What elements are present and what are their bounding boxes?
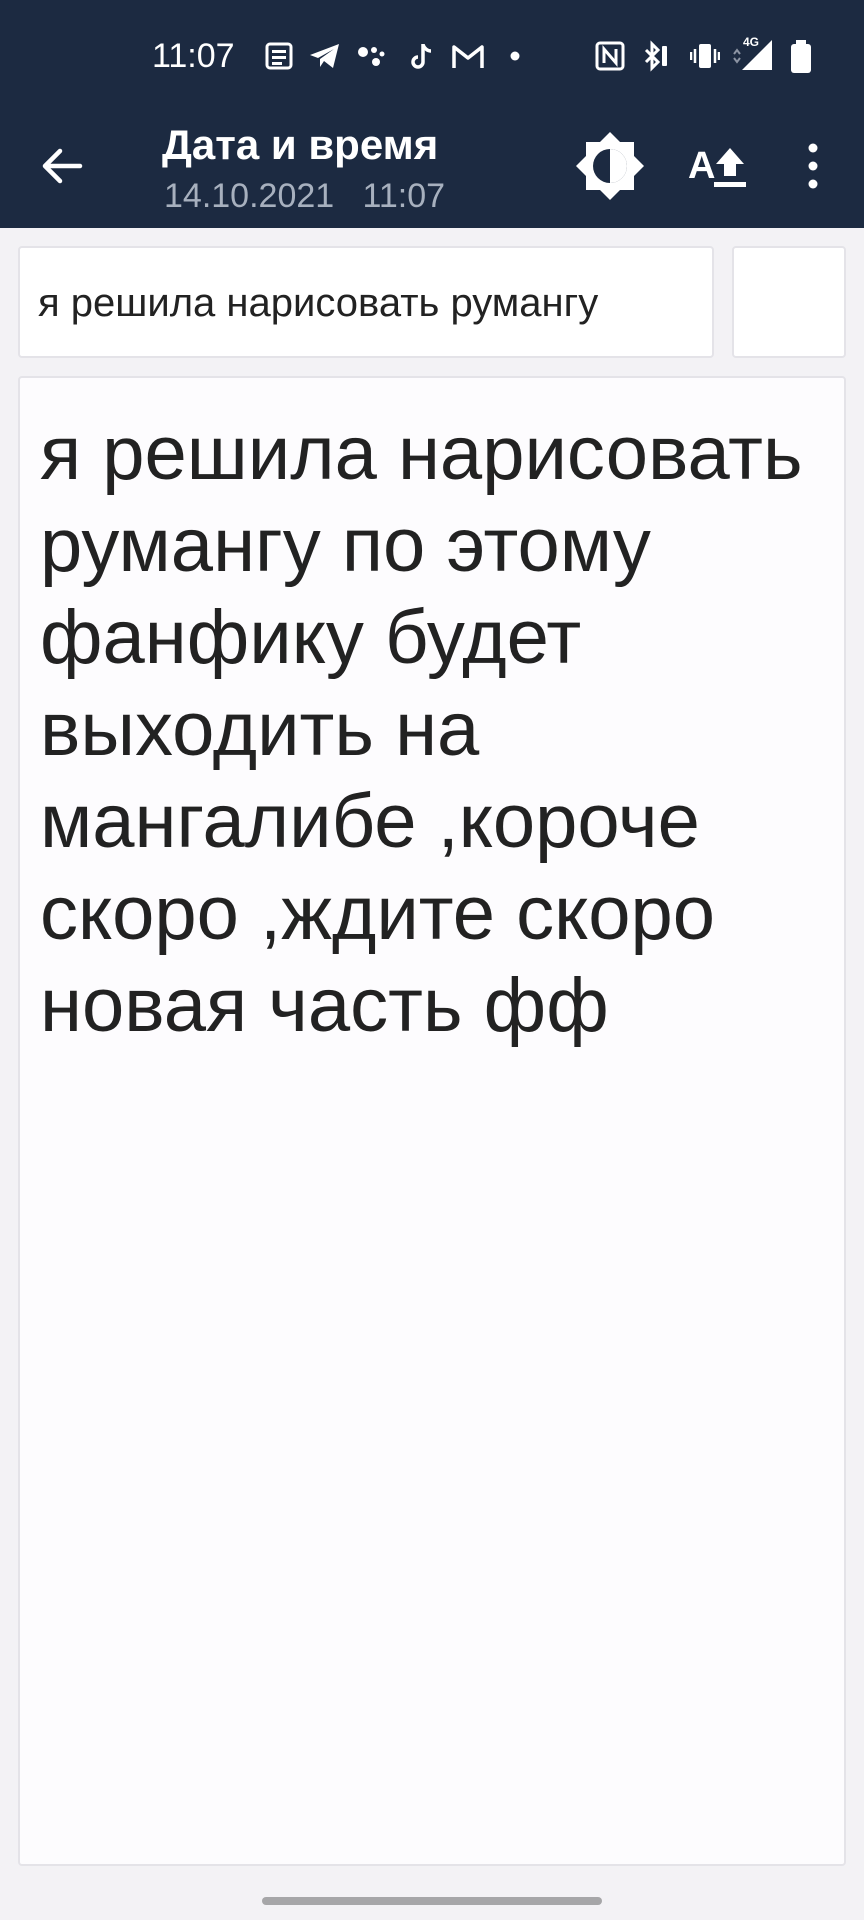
news-icon: [264, 40, 294, 72]
svg-text:A: A: [688, 145, 715, 187]
back-arrow-icon: [42, 148, 83, 184]
note-title-text: я решила нарисовать румангу: [38, 281, 599, 325]
nfc-icon: [594, 40, 626, 72]
note-title-field[interactable]: я решила нарисовать румангу: [18, 246, 714, 358]
bluetooth-icon: [640, 40, 670, 72]
dot-icon: [508, 40, 522, 72]
signal-network-label: 4G: [743, 35, 759, 49]
app-bar: Дата и время 14.10.2021 11:07 A: [0, 102, 864, 228]
note-body-field[interactable]: я решила нарисовать румангу по этому фан…: [18, 376, 846, 1866]
note-timestamp: 14.10.2021 11:07: [164, 176, 445, 216]
telegram-icon: [308, 40, 342, 72]
more-vert-icon: [808, 143, 818, 189]
page-title: Дата и время: [162, 121, 439, 168]
more-options-button[interactable]: [796, 140, 830, 192]
theme-brightness-icon: [576, 132, 644, 200]
gmail-icon: [450, 40, 486, 72]
theme-toggle-button[interactable]: [574, 130, 646, 202]
vibrate-icon: [690, 40, 720, 72]
signal-4g-icon: 4G: [732, 34, 776, 70]
tiktok-icon: [410, 40, 434, 72]
note-side-field[interactable]: [732, 246, 846, 358]
gesture-navigation-bar[interactable]: [262, 1897, 602, 1905]
note-body-text: я решила нарисовать румангу по этому фан…: [40, 411, 803, 1048]
font-size-icon: A: [688, 145, 746, 187]
battery-icon: [790, 40, 812, 73]
status-time: 11:07: [152, 37, 235, 75]
note-time: 11:07: [362, 177, 446, 215]
status-bar: 11:07 4G: [0, 0, 864, 102]
assistant-icon: [356, 40, 386, 72]
back-button[interactable]: [36, 140, 88, 192]
font-size-button[interactable]: A: [686, 140, 752, 196]
note-date: 14.10.2021: [164, 177, 335, 215]
